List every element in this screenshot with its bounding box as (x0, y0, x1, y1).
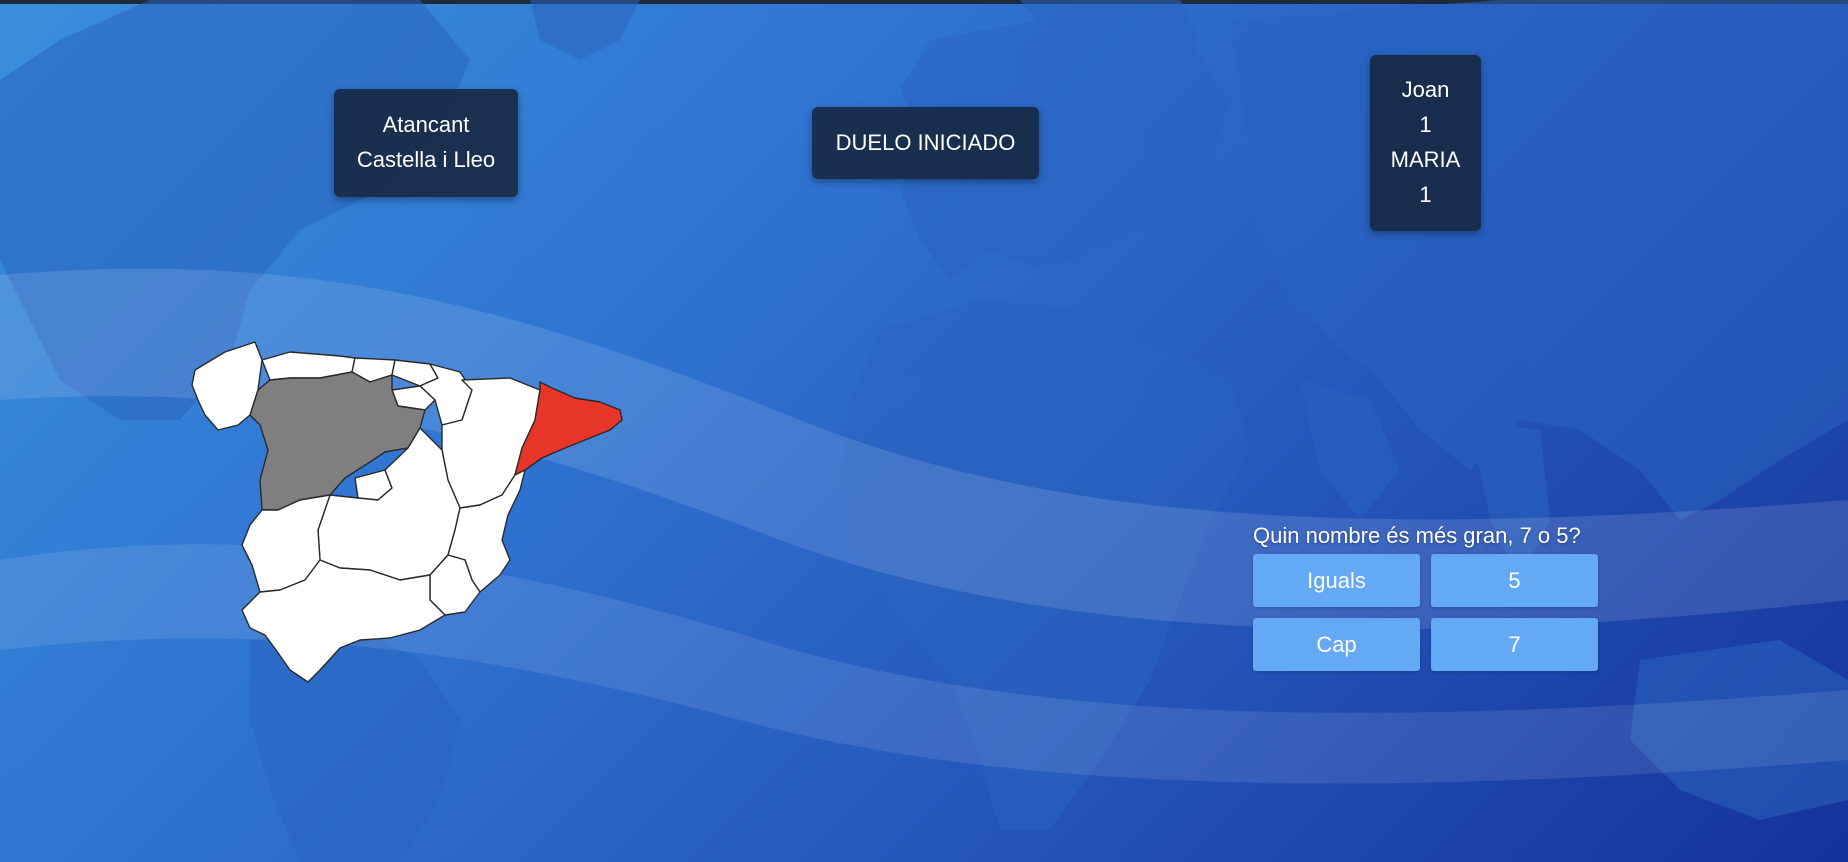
answer-button-iguals[interactable]: Iguals (1253, 554, 1420, 607)
attack-label: Atancant (382, 112, 470, 137)
duel-status-text: DUELO INICIADO (835, 130, 1016, 155)
spain-regions-map (191, 341, 623, 683)
game-stage: Atancant Castella i Lleo DUELO INICIADO … (0, 0, 1848, 862)
answer-button-7[interactable]: 7 (1431, 618, 1598, 671)
answer-button-cap[interactable]: Cap (1253, 618, 1420, 671)
player1-name: Joan (1401, 77, 1450, 102)
duel-status-panel: DUELO INICIADO (812, 107, 1039, 179)
player2-name: MARIA (1390, 147, 1461, 172)
attack-info-panel: Atancant Castella i Lleo (334, 89, 518, 197)
answer-button-5[interactable]: 5 (1431, 554, 1598, 607)
question-panel: Quin nombre és més gran, 7 o 5? Iguals 5… (1253, 522, 1603, 674)
scoreboard: Joan 1 MARIA 1 (1370, 55, 1481, 231)
question-text: Quin nombre és més gran, 7 o 5? (1253, 523, 1581, 548)
player2-score: 1 (1419, 182, 1432, 207)
player1-score: 1 (1419, 112, 1432, 137)
answer-grid: Iguals 5 Cap 7 (1253, 554, 1598, 674)
attacked-region-name: Castella i Lleo (356, 147, 496, 172)
